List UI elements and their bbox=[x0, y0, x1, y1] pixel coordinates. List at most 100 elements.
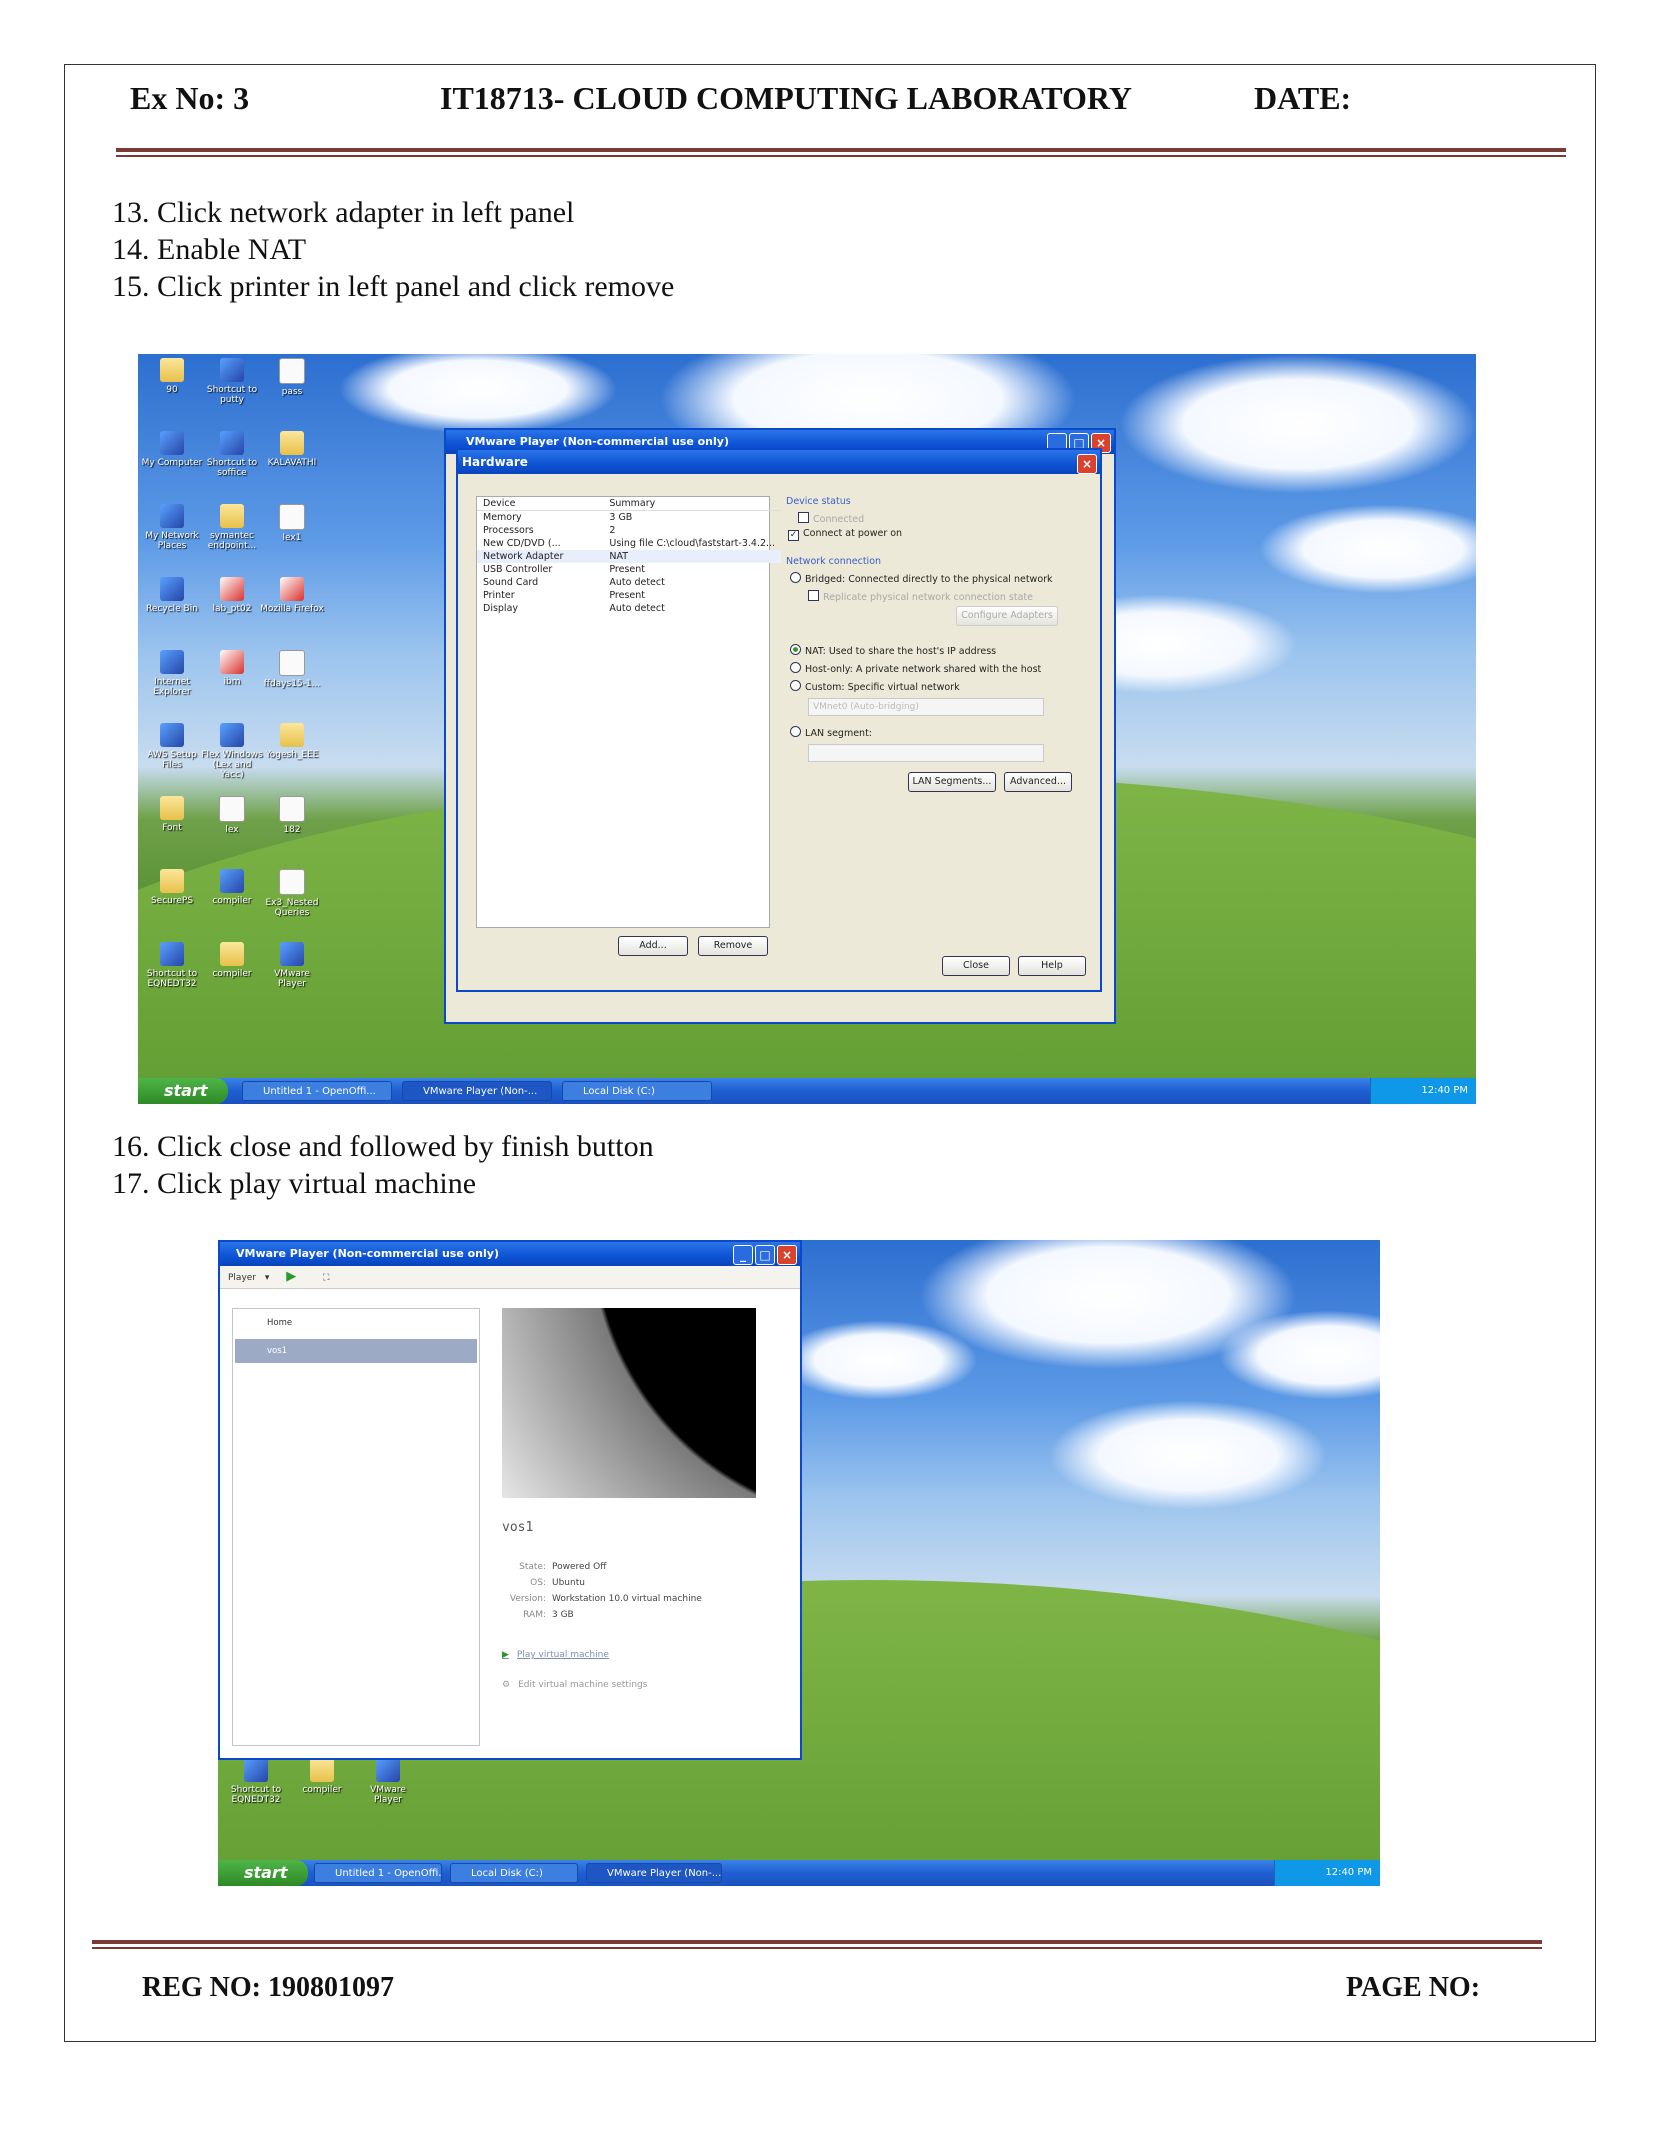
desktop-icon-label: SecurePS bbox=[150, 896, 194, 906]
library-item-vos1[interactable]: vos1 bbox=[235, 1339, 477, 1363]
taskbar-item[interactable]: Untitled 1 - OpenOffi... bbox=[314, 1863, 442, 1883]
lan-segment-radio[interactable]: LAN segment: bbox=[790, 726, 872, 739]
host-only-radio[interactable]: Host-only: A private network shared with… bbox=[790, 662, 1041, 675]
desktop-icon[interactable]: pass bbox=[260, 358, 324, 397]
desktop-icon-label: Mozilla Firefox bbox=[260, 604, 324, 614]
lan-segment-label: LAN segment: bbox=[805, 728, 873, 739]
exercise-number: Ex No: 3 bbox=[130, 80, 250, 116]
desktop-icon[interactable]: KALAVATHI bbox=[260, 431, 324, 468]
desktop-icon[interactable]: lex bbox=[200, 796, 264, 835]
fullscreen-icon[interactable]: ⛶ bbox=[323, 1273, 329, 1283]
device-row[interactable]: Processors 2 bbox=[477, 524, 781, 537]
device-row[interactable]: New CD/DVD (... Using file C:\cloud\fasts… bbox=[477, 537, 781, 550]
maximize-icon[interactable]: □ bbox=[755, 1245, 775, 1265]
connect-at-power-on-checkbox[interactable]: ✓ Connect at power on bbox=[788, 528, 902, 541]
checkbox-icon bbox=[798, 512, 809, 523]
minimize-icon[interactable]: _ bbox=[733, 1245, 753, 1265]
desktop-icon[interactable]: Recycle Bin bbox=[140, 577, 204, 614]
taskbar-item[interactable]: VMware Player (Non-... bbox=[402, 1081, 552, 1101]
folder-icon bbox=[220, 942, 244, 966]
remove-button[interactable]: Remove bbox=[698, 936, 768, 956]
desktop-icon[interactable]: symantec endpoint... bbox=[200, 504, 264, 551]
cloud bbox=[778, 1320, 978, 1400]
device-row[interactable]: Printer Present bbox=[477, 589, 781, 602]
chevron-down-icon[interactable]: ▾ bbox=[265, 1273, 270, 1283]
custom-radio[interactable]: Custom: Specific virtual network bbox=[790, 680, 960, 693]
desktop-icon-label: compiler bbox=[212, 896, 252, 906]
desktop-icon[interactable]: Shortcut to soffice bbox=[200, 431, 264, 478]
checkmark-icon: ✓ bbox=[788, 530, 799, 541]
desktop-icon[interactable]: VMware Player bbox=[260, 942, 324, 989]
desktop-icon-label: 90 bbox=[166, 385, 178, 395]
desktop-icon-eqnedt[interactable]: Shortcut to EQNEDT32 bbox=[224, 1758, 288, 1805]
desktop-icon[interactable]: My Computer bbox=[140, 431, 204, 468]
device-row[interactable]: Network Adapter NAT bbox=[477, 550, 782, 563]
player-menu[interactable]: Player bbox=[228, 1273, 256, 1283]
device-summary: 3 GB bbox=[609, 512, 633, 523]
close-icon[interactable]: × bbox=[1077, 454, 1097, 474]
desktop-icon[interactable]: Yogesh_EEE bbox=[260, 723, 324, 760]
lan-segment-select[interactable] bbox=[808, 744, 1044, 762]
device-row[interactable]: USB Controller Present bbox=[477, 563, 781, 576]
taskbar-item[interactable]: Local Disk (C:) bbox=[562, 1081, 712, 1101]
close-icon[interactable]: × bbox=[777, 1245, 797, 1265]
document-icon bbox=[279, 796, 305, 822]
library-item-home[interactable]: Home bbox=[235, 1311, 477, 1335]
desktop-icon[interactable]: Internet Explorer bbox=[140, 650, 204, 697]
desktop-icon-label: Shortcut to EQNEDT32 bbox=[230, 1785, 282, 1805]
vm-label: vos1 bbox=[267, 1346, 288, 1356]
document-icon bbox=[219, 796, 245, 822]
folder-icon bbox=[280, 723, 304, 747]
nat-radio[interactable]: NAT: Used to share the host's IP address bbox=[790, 644, 996, 657]
desktop-icon[interactable]: ffdays15-1... bbox=[260, 650, 324, 689]
desktop-icon[interactable]: lab_pt02 bbox=[200, 577, 264, 614]
desktop-icon[interactable]: 90 bbox=[140, 358, 204, 395]
desktop-icon[interactable]: ibm bbox=[200, 650, 264, 687]
desktop-icon[interactable]: compiler bbox=[200, 942, 264, 979]
help-button[interactable]: Help bbox=[1018, 956, 1086, 976]
play-vm-link[interactable]: ▶ Play virtual machine bbox=[502, 1650, 609, 1660]
radio-icon bbox=[790, 726, 801, 737]
configure-adapters-button[interactable]: Configure Adapters bbox=[956, 606, 1058, 626]
start-button[interactable]: start bbox=[218, 1860, 308, 1886]
system-tray-clock: 12:40 PM bbox=[1274, 1860, 1380, 1886]
desktop-icon[interactable]: AWS Setup Files bbox=[140, 723, 204, 770]
desktop-icon-label: lex1 bbox=[282, 533, 302, 543]
play-icon[interactable]: ▶ bbox=[286, 1269, 296, 1284]
desktop-icon-vmware[interactable]: VMware Player bbox=[356, 1758, 420, 1805]
desktop-icon[interactable]: My Network Places bbox=[140, 504, 204, 551]
taskbar-item[interactable]: Untitled 1 - OpenOffi... bbox=[242, 1081, 392, 1101]
add-button[interactable]: Add... bbox=[618, 936, 688, 956]
desktop-icon[interactable]: Shortcut to putty bbox=[200, 358, 264, 405]
summary-column-header[interactable]: Summary bbox=[569, 497, 781, 511]
edit-vm-link[interactable]: ⚙ Edit virtual machine settings bbox=[502, 1680, 647, 1690]
device-row[interactable]: Memory 3 GB bbox=[477, 511, 781, 525]
taskbar-item[interactable]: VMware Player (Non-... bbox=[586, 1863, 722, 1883]
start-button[interactable]: start bbox=[138, 1078, 228, 1104]
vmnet-select[interactable]: VMnet0 (Auto-bridging) bbox=[808, 698, 1044, 716]
desktop-icon[interactable]: Flex Windows (Lex and Yacc) bbox=[200, 723, 264, 780]
replicate-checkbox[interactable]: Replicate physical network connection st… bbox=[808, 590, 1033, 603]
desktop-icon[interactable]: 182 bbox=[260, 796, 324, 835]
desktop-icon[interactable]: Font bbox=[140, 796, 204, 833]
advanced-button[interactable]: Advanced... bbox=[1004, 772, 1072, 792]
lan-segments-button[interactable]: LAN Segments... bbox=[908, 772, 996, 792]
device-column-header[interactable]: Device bbox=[477, 497, 569, 511]
desktop-icon-compiler[interactable]: compiler bbox=[290, 1758, 354, 1795]
app-icon bbox=[280, 942, 304, 966]
cloud bbox=[1048, 1400, 1328, 1510]
bridged-radio[interactable]: Bridged: Connected directly to the physi… bbox=[790, 572, 1053, 585]
step-13: 13. Click network adapter in left panel bbox=[112, 196, 575, 229]
desktop-icon[interactable]: SecurePS bbox=[140, 869, 204, 906]
vmware-player-window: VMware Player (Non-commercial use only) … bbox=[218, 1240, 802, 1760]
desktop-icon[interactable]: lex1 bbox=[260, 504, 324, 543]
desktop-icon[interactable]: Ex3_Nested Queries bbox=[260, 869, 324, 918]
device-row[interactable]: Display Auto detect bbox=[477, 602, 781, 615]
desktop-icon[interactable]: Mozilla Firefox bbox=[260, 577, 324, 614]
taskbar-item[interactable]: Local Disk (C:) bbox=[450, 1863, 578, 1883]
desktop-icon[interactable]: compiler bbox=[200, 869, 264, 906]
device-row[interactable]: Sound Card Auto detect bbox=[477, 576, 781, 589]
close-button[interactable]: Close bbox=[942, 956, 1010, 976]
desktop-icon[interactable]: Shortcut to EQNEDT32 bbox=[140, 942, 204, 989]
connected-checkbox[interactable]: Connected bbox=[798, 512, 864, 525]
